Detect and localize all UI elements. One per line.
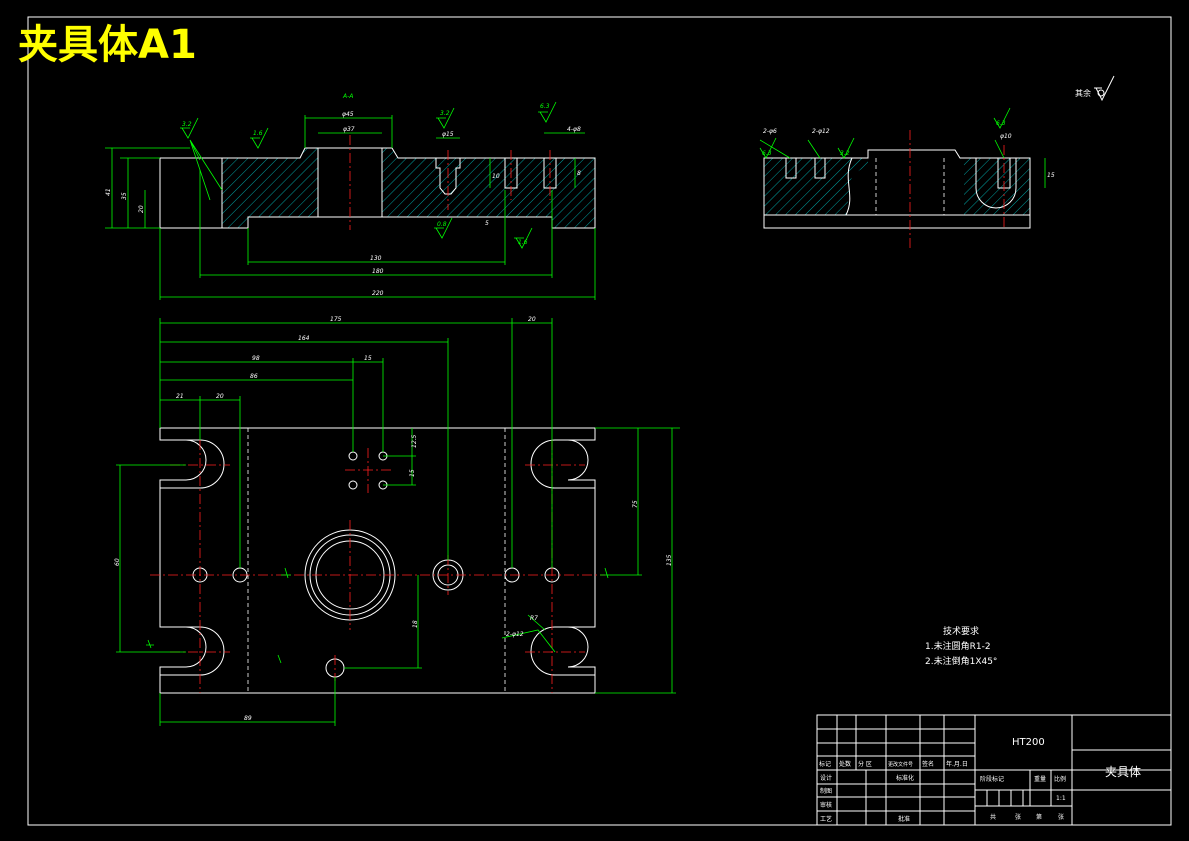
plan-dim-20-label: 20	[528, 316, 536, 323]
tech-req-item-2: 2.未注倒角1X45°	[925, 655, 997, 667]
front-dim-phi15-label: φ15	[442, 131, 454, 138]
plan-dim-15-label: 15	[364, 355, 372, 362]
front-roughness-3: 3.2	[440, 110, 450, 117]
tb-stage-mark: 阶段标记	[980, 775, 1004, 783]
section-arrow-right	[604, 567, 609, 579]
side-dim-2phi12: 2-φ12	[812, 128, 830, 135]
tb-scale: 1:1	[1056, 795, 1066, 802]
plan-view: 175 20 164 98 15 86 21 20 12.5 15 75 135…	[114, 316, 680, 726]
front-dim-phi37-label: φ37	[343, 126, 355, 133]
side-roughness-1: 6.3	[762, 150, 772, 157]
plan-dim-89-label: 89	[244, 715, 252, 722]
section-mark-bottom	[146, 639, 154, 649]
roughness-symbol-icon	[1094, 75, 1115, 102]
tb-rev-h4: 签名	[922, 760, 934, 768]
plan-ulug-br	[530, 626, 595, 676]
front-roughness-2: 1.6	[253, 130, 263, 137]
tb-sheet-1: 张	[1015, 813, 1021, 821]
plan-dim-20b-label: 20	[216, 393, 224, 400]
plan-dim-2phi12: 2-φ12	[506, 631, 524, 638]
front-dim-35: 35	[121, 192, 128, 200]
side-dim-15: 15	[1047, 172, 1055, 179]
front-hatch-left	[222, 148, 318, 228]
tb-part-name: 夹具体	[1105, 765, 1141, 779]
title-block: HT200 夹具体 1:1 阶段标记 重量 比例 标记 处数 分 区 更改文件号…	[816, 714, 1172, 826]
side-leaders	[759, 139, 1005, 159]
front-dim-220: 220	[372, 290, 384, 297]
roughness-general-label: 其余	[1075, 88, 1091, 98]
tb-rev-h0: 标记	[819, 760, 831, 768]
tb-rev-h2: 分 区	[858, 760, 872, 768]
front-roughness-6: 1.6	[518, 239, 528, 246]
plan-outline	[159, 427, 596, 694]
plan-dim-175-label: 175	[330, 316, 342, 323]
tech-req-heading: 技术要求	[943, 625, 979, 637]
plan-ulug-bl	[160, 626, 225, 676]
tb-weight: 重量	[1034, 775, 1046, 783]
front-dim-phi45-label: φ45	[342, 111, 354, 118]
plan-dim-12-5: 12.5	[411, 434, 418, 448]
tb-row-draw: 制图	[820, 787, 832, 795]
side-hatch-left	[764, 158, 868, 215]
front-dim-4phi8-label: 4-φ8	[567, 126, 581, 133]
front-dim-180: 180	[372, 268, 384, 275]
tech-requirements: 技术要求 1.未注圆角R1-2 2.未注倒角1X45°	[925, 625, 997, 667]
side-dim-2phi6: 2-φ6	[763, 128, 777, 135]
plan-dim-21-label: 21	[176, 393, 184, 400]
plan-dim-98-label: 98	[252, 355, 260, 362]
side-roughness-2: 3.2	[840, 150, 850, 157]
front-dim-10: 10	[492, 173, 500, 180]
drawing-title: 夹具体A1	[18, 22, 197, 68]
tb-sheet-2: 第	[1036, 813, 1042, 821]
plan-dim-164-label: 164	[298, 335, 310, 342]
plan-small-hole-3	[348, 480, 358, 490]
front-dim-8: 8	[577, 170, 581, 177]
side-roughness-3: 6.3	[996, 120, 1006, 127]
plan-dim-86-label: 86	[250, 373, 258, 380]
tb-row-check: 审核	[820, 801, 832, 809]
plan-dim-r7: R7	[530, 615, 538, 622]
front-dim-5: 5	[485, 220, 489, 227]
front-leader-lines	[189, 139, 223, 201]
section-arrow-left	[281, 567, 291, 579]
plan-ulug-tl	[160, 439, 225, 489]
plan-ulug-tr	[530, 439, 595, 489]
section-mark-bottom2	[277, 654, 282, 664]
front-dim-20: 20	[138, 205, 145, 213]
plan-dim-18: 18	[412, 620, 419, 628]
front-dim-41: 41	[105, 188, 112, 196]
plan-dim-75: 75	[632, 500, 639, 508]
front-section-label: A-A	[342, 93, 353, 100]
tb-rev-h1: 处数	[839, 760, 851, 768]
front-roughness-1: 3.2	[182, 121, 192, 128]
tb-rev-h5: 年.月.日	[946, 760, 968, 768]
plan-dim-60: 60	[114, 558, 121, 566]
tb-approve: 批准	[898, 815, 910, 823]
tb-sheet-3: 张	[1058, 813, 1064, 821]
front-dim-130: 130	[370, 255, 382, 262]
plan-dim-135: 135	[666, 554, 673, 566]
tb-sheet-0: 共	[990, 813, 996, 821]
front-hatch-right	[382, 148, 595, 228]
tb-row-process: 工艺	[820, 815, 832, 823]
tech-req-item-1: 1.未注圆角R1-2	[925, 640, 991, 652]
cad-drawing: 夹具体A1 其余 130 180 220 41 35 20 φ45 φ37 A-…	[18, 16, 1172, 826]
tb-row-design: 设计	[820, 774, 832, 782]
side-dim-phi10: φ10	[1000, 133, 1012, 140]
plan-small-hole-1	[348, 451, 358, 461]
roughness-general-note: 其余	[1075, 75, 1115, 102]
front-roughness-4: 6.3	[540, 103, 550, 110]
side-hatch-right	[960, 158, 1030, 215]
tb-material: HT200	[1012, 737, 1045, 748]
tb-scale-label: 比例	[1054, 775, 1066, 783]
front-roughness-5: 0.8	[437, 221, 447, 228]
tb-standardize: 标准化	[896, 774, 914, 782]
side-section-view: 15 2-φ6 2-φ12 φ10 6.3 3.2 6.3	[759, 107, 1055, 250]
tb-rev-h3: 更改文件号	[888, 761, 913, 768]
front-section-view: 130 180 220 41 35 20 φ45 φ37 A-A φ15 4-φ…	[105, 93, 596, 300]
plan-dim-15v: 15	[409, 469, 416, 477]
